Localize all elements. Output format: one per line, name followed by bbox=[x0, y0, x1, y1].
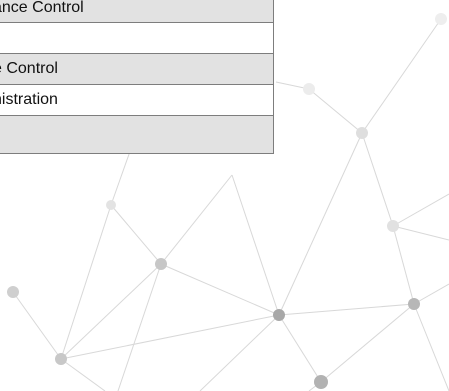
menu-item-empty[interactable] bbox=[0, 116, 274, 154]
admin-menu-panel: ance Control l e Control nistration bbox=[0, 0, 274, 154]
menu-item-nistration[interactable]: nistration bbox=[0, 85, 274, 116]
menu-item-l[interactable]: l bbox=[0, 23, 274, 54]
menu-item-e-control[interactable]: e Control bbox=[0, 54, 274, 85]
menu-item-label: nistration bbox=[0, 91, 58, 108]
menu-item-control[interactable]: ance Control bbox=[0, 0, 274, 23]
menu-item-label: ance Control bbox=[0, 0, 84, 16]
page-canvas: ance Control l e Control nistration bbox=[0, 0, 449, 391]
menu-item-label: e Control bbox=[0, 60, 58, 77]
